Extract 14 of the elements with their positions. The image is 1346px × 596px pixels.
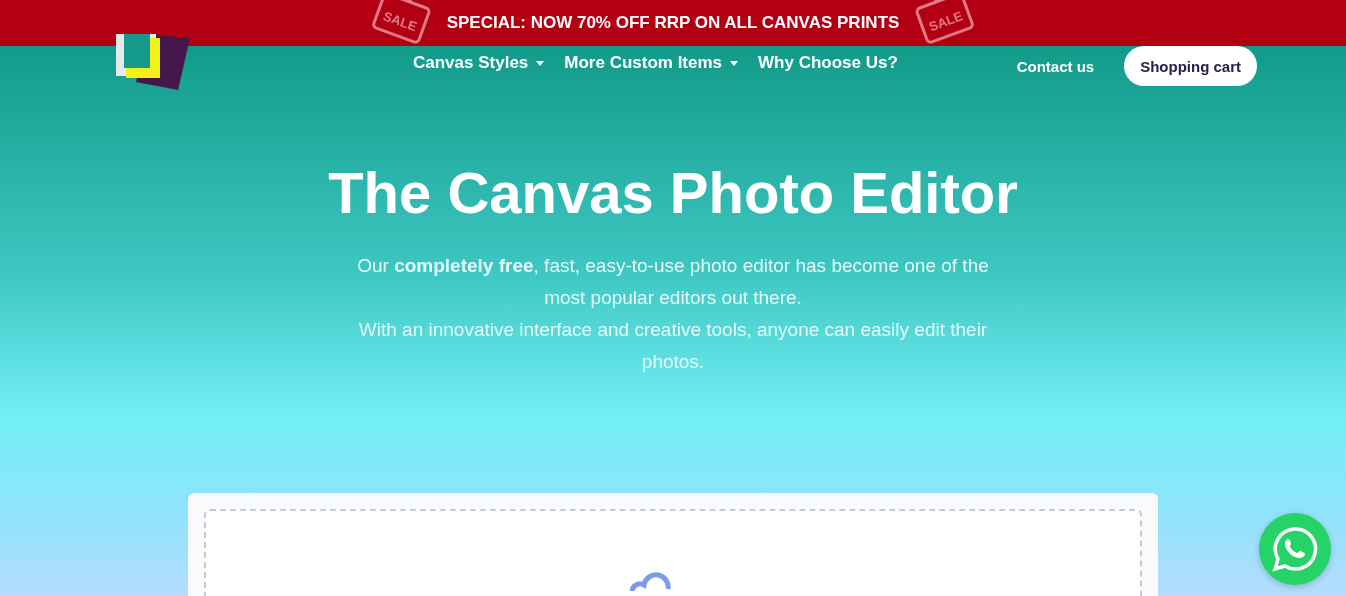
logo-icon[interactable] (114, 34, 192, 90)
intro-text: Our completely free, fast, easy-to-use photo editor has become one of the most popular editors out there. (356, 254, 990, 310)
shopping-cart-button[interactable]: Shopping cart (1124, 46, 1257, 86)
contact-link[interactable]: Contact us (1016, 57, 1095, 75)
chat-phone-icon (1272, 526, 1318, 572)
promo-text: SPECIAL: NOW 70% OFF RRP ON ALL CANVAS PRINTS (446, 13, 900, 33)
nav-link[interactable]: More Custom Items (564, 53, 739, 73)
caret-icon (536, 60, 545, 66)
nav-link[interactable]: Why Choose Us? (758, 53, 898, 73)
page-title: The Canvas Photo Editor (328, 159, 1018, 227)
nav-link[interactable]: Canvas Styles (413, 53, 545, 73)
drop-zone[interactable] (204, 509, 1142, 596)
caret-icon (730, 60, 739, 66)
intro-text: With an innovative interface and creative tools, anyone can easily edit their photos. (357, 318, 989, 374)
